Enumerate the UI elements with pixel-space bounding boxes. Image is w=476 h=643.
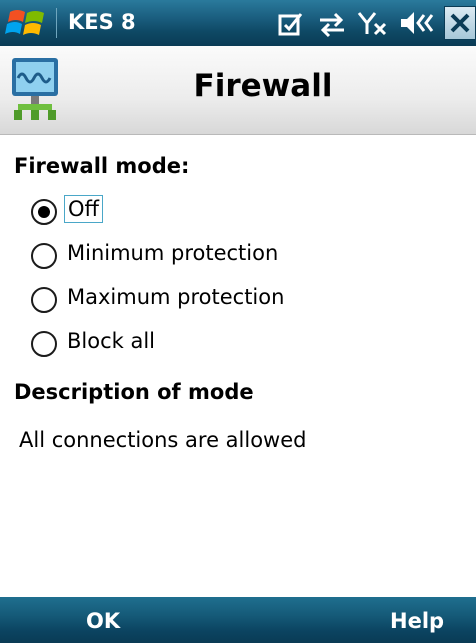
status-separator: [56, 8, 57, 38]
connectivity-icon[interactable]: [316, 8, 348, 38]
radio-button[interactable]: [31, 287, 57, 313]
app-name: KES 8: [68, 10, 136, 34]
speaker-icon[interactable]: [398, 8, 436, 38]
radio-button[interactable]: [31, 243, 57, 269]
radio-label-maximum-protection[interactable]: Maximum protection: [67, 285, 284, 309]
radio-label-off[interactable]: Off: [64, 195, 103, 223]
help-softkey[interactable]: Help: [390, 609, 444, 633]
close-icon: [450, 13, 470, 33]
description-text: All connections are allowed: [19, 428, 307, 452]
radio-label-minimum-protection[interactable]: Minimum protection: [67, 241, 278, 265]
close-button[interactable]: [444, 6, 476, 40]
page-title: Firewall: [193, 68, 333, 104]
radio-label-block-all[interactable]: Block all: [67, 329, 155, 353]
no-signal-icon[interactable]: [356, 8, 388, 38]
title-bar: Firewall: [0, 46, 476, 135]
description-label: Description of mode: [14, 380, 254, 404]
softkey-bar: OK Help: [0, 597, 476, 643]
firewall-mode-label: Firewall mode:: [14, 154, 190, 178]
status-bar: KES 8: [0, 0, 476, 46]
message-notification-icon[interactable]: [276, 8, 306, 38]
radio-button-selected[interactable]: [31, 199, 57, 225]
radio-button[interactable]: [31, 331, 57, 357]
windows-start-icon[interactable]: [4, 4, 50, 42]
ok-softkey[interactable]: OK: [86, 609, 120, 633]
